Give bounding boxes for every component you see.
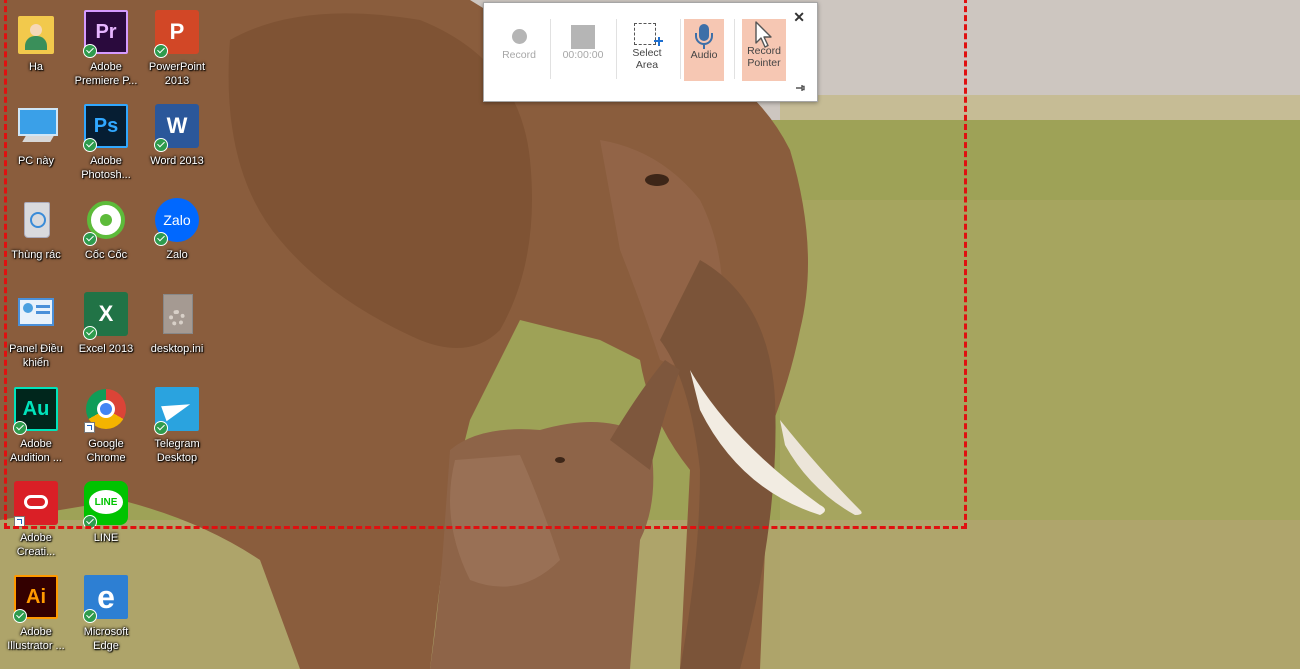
- desktop-icon-label: Adobe Premiere P...: [74, 61, 138, 87]
- desktop-icon-illustrator[interactable]: Ai Adobe Illustrator ...: [0, 573, 72, 663]
- desktop-icon-label: PC này: [17, 155, 55, 167]
- desktop-icon-label: Telegram Desktop: [154, 438, 200, 464]
- desktop-icon-label: Cốc Cốc: [84, 249, 128, 261]
- select-area-label: Select Area: [632, 47, 662, 71]
- stop-icon: [571, 25, 595, 49]
- pointer-icon: [755, 21, 772, 48]
- desktop-icon-zalo[interactable]: Zalo Zalo: [141, 196, 213, 286]
- desktop-icon-label: PowerPoint 2013: [148, 61, 206, 87]
- illustrator-icon: Ai: [13, 575, 58, 623]
- desktop-icon-creative-cloud[interactable]: Adobe Creati...: [0, 479, 72, 569]
- photoshop-icon: Ps: [83, 104, 128, 152]
- record-pointer-toggle-button[interactable]: Record Pointer: [742, 19, 786, 81]
- user-folder-icon: [14, 10, 58, 54]
- desktop-icon-coccoc[interactable]: Cốc Cốc: [70, 196, 142, 286]
- word-icon: W: [154, 104, 199, 152]
- desktop-icon-label: Thùng rác: [11, 249, 61, 261]
- premiere-icon: Pr: [83, 10, 128, 58]
- audition-icon: Au: [13, 387, 58, 435]
- desktop-icon-label: LINE: [93, 532, 119, 544]
- computer-icon: [14, 104, 58, 148]
- desktop-icon-ha[interactable]: Ha: [0, 8, 72, 98]
- desktop-icon-excel[interactable]: X Excel 2013: [70, 290, 142, 380]
- line-icon: LINE: [83, 481, 128, 529]
- toolbar-divider: [616, 19, 617, 79]
- desktop-icon-photoshop[interactable]: Ps Adobe Photosh...: [70, 102, 142, 192]
- stop-button[interactable]: 00:00:00: [554, 19, 612, 81]
- record-label: Record: [502, 49, 536, 61]
- screen-recording-toolbar: Record 00:00:00 Select Area Audio Record…: [483, 2, 818, 102]
- excel-icon: X: [83, 292, 128, 340]
- edge-icon: e: [83, 575, 128, 623]
- record-icon: [512, 29, 527, 44]
- desktop-icon-premiere[interactable]: Pr Adobe Premiere P...: [70, 8, 142, 98]
- powerpoint-icon: P: [154, 10, 199, 58]
- desktop-icon-telegram[interactable]: Telegram Desktop: [141, 385, 213, 475]
- desktop-icon-desktop-ini[interactable]: desktop.ini: [141, 290, 213, 380]
- desktop-icon-label: Word 2013: [150, 155, 204, 167]
- record-button[interactable]: Record: [490, 19, 548, 81]
- telegram-icon: [154, 387, 199, 435]
- desktop-icon-label: desktop.ini: [150, 343, 204, 355]
- desktop-icon-label: Microsoft Edge: [83, 626, 129, 652]
- desktop-icon-chrome[interactable]: Google Chrome: [70, 385, 142, 475]
- desktop-icon-line[interactable]: LINE LINE: [70, 479, 142, 569]
- desktop-icon-label: Excel 2013: [78, 343, 134, 355]
- desktop-icon-label: Adobe Illustrator ...: [7, 626, 65, 652]
- control-panel-icon: [14, 292, 58, 336]
- audio-toggle-button[interactable]: Audio: [684, 19, 724, 81]
- toolbar-divider: [550, 19, 551, 79]
- desktop-icon-label: Zalo: [166, 249, 188, 261]
- recycle-bin-icon: [14, 198, 58, 242]
- desktop-icon-label: Adobe Creati...: [16, 532, 56, 558]
- select-area-button[interactable]: Select Area: [618, 19, 676, 81]
- select-area-icon: [634, 23, 656, 45]
- toolbar-divider: [680, 19, 681, 79]
- chrome-icon: [84, 387, 128, 433]
- desktop-icon-edge[interactable]: e Microsoft Edge: [70, 573, 142, 663]
- desktop-icon-label: Adobe Audition ...: [10, 438, 62, 464]
- desktop-icon-label: Ha: [28, 61, 44, 73]
- toolbar-divider: [734, 19, 735, 79]
- desktop-icon-control-panel[interactable]: Panel Điều khiển: [0, 290, 72, 380]
- coccoc-browser-icon: [83, 198, 128, 246]
- audio-label: Audio: [690, 49, 718, 61]
- desktop-icon-label: Panel Điều khiển: [9, 343, 63, 369]
- close-icon[interactable]: ✕: [793, 9, 805, 26]
- desktop-icon-recycle-bin[interactable]: Thùng rác: [0, 196, 72, 286]
- recording-timer: 00:00:00: [562, 49, 604, 61]
- settings-file-icon: [155, 292, 199, 336]
- desktop-icon-label: Adobe Photosh...: [81, 155, 131, 181]
- desktop-icon-word[interactable]: W Word 2013: [141, 102, 213, 192]
- desktop-icon-audition[interactable]: Au Adobe Audition ...: [0, 385, 72, 475]
- desktop-icon-powerpoint[interactable]: P PowerPoint 2013: [141, 8, 213, 98]
- pin-icon[interactable]: [795, 83, 805, 93]
- desktop-icon-pc[interactable]: PC này: [0, 102, 72, 192]
- desktop-icon-label: Google Chrome: [86, 438, 126, 464]
- creative-cloud-icon: [14, 481, 58, 527]
- zalo-icon: Zalo: [154, 198, 199, 246]
